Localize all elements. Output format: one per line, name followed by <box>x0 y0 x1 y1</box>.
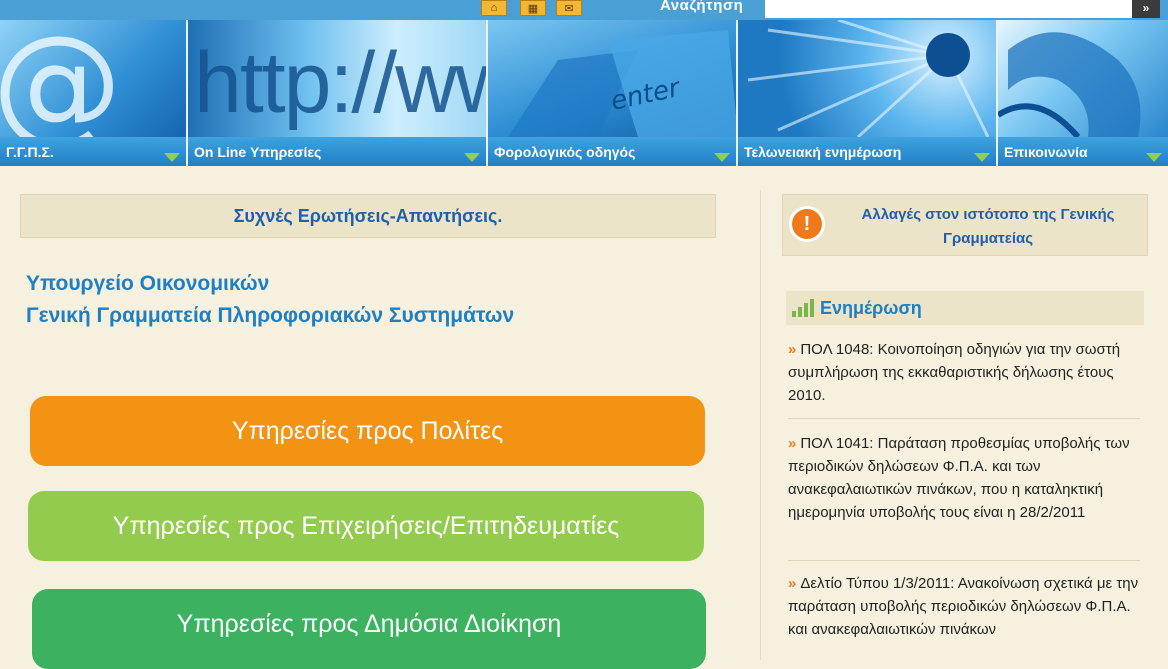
bar-chart-icon <box>792 299 814 317</box>
nav-item-contact[interactable]: Επικοινωνία <box>998 20 1168 166</box>
site-changes-link[interactable]: Αλλαγές στον ιστότοπο της Γενικής Γραμμα… <box>843 203 1133 251</box>
news-text: Δελτίο Τύπου 1/3/2011: Ανακοίνωση σχετικ… <box>788 575 1139 638</box>
mail-icon[interactable]: ✉ <box>556 0 582 16</box>
double-chevron-icon: » <box>788 341 797 358</box>
alert-icon: ! <box>792 209 822 239</box>
nav-item-ggps[interactable]: @ Γ.Γ.Π.Σ. <box>0 20 188 166</box>
secretariat-name: Γενική Γραμματεία Πληροφοριακών Συστημάτ… <box>26 304 515 327</box>
at-sign-image: @ <box>0 20 186 137</box>
news-item[interactable]: » ΠΟΛ 1048: Κοινοποίηση οδηγιών για την σ… <box>788 338 1140 407</box>
banner-http-text: http://www <box>194 35 486 131</box>
flower-icon <box>747 20 990 137</box>
sitemap-icon[interactable]: ▦ <box>520 0 546 16</box>
phone-icon <box>998 32 1141 137</box>
chevron-down-icon <box>974 153 990 162</box>
faq-link[interactable]: Συχνές Ερωτήσεις-Απαντήσεις. <box>20 194 716 238</box>
search-input[interactable] <box>765 0 1132 18</box>
nav-item-tax-guide[interactable]: enter Φορολογικός οδηγός <box>488 20 738 166</box>
nav-item-online-services[interactable]: http://www On Line Υπηρεσίες <box>188 20 488 166</box>
news-title: Ενημέρωση <box>820 297 922 318</box>
nav-label: Τελωνειακή ενημέρωση <box>744 143 902 160</box>
citizens-services-button[interactable]: Υπηρεσίες προς Πολίτες <box>30 396 705 466</box>
public-admin-services-button[interactable]: Υπηρεσίες προς Δημόσια Διοίκηση <box>32 589 706 669</box>
nav-label: Γ.Γ.Π.Σ. <box>6 143 54 160</box>
double-chevron-icon: » <box>788 435 797 452</box>
business-services-button[interactable]: Υπηρεσίες προς Επιχειρήσεις/Επιτηδευματί… <box>28 491 704 561</box>
svg-text:@: @ <box>0 20 122 137</box>
news-separator <box>788 560 1140 561</box>
news-item[interactable]: » ΠΟΛ 1041: Παράταση προθεσμίας υποβολής … <box>788 432 1140 524</box>
news-header: Ενημέρωση <box>786 291 1144 325</box>
site-changes-notice[interactable]: ! Αλλαγές στον ιστότοπο της Γενικής Γραμ… <box>782 194 1148 256</box>
chevron-down-icon <box>164 153 180 162</box>
keyboard-image: enter <box>488 20 736 137</box>
public-admin-services-label: Υπηρεσίες προς Δημόσια Διοίκηση <box>176 609 562 638</box>
top-bar: ⌂ ▦ ✉ Αναζήτηση » <box>0 0 1168 20</box>
news-item[interactable]: » Δελτίο Τύπου 1/3/2011: Ανακοίνωση σχετι… <box>788 572 1140 641</box>
column-divider <box>760 190 761 660</box>
news-separator <box>788 418 1140 419</box>
at-sign-icon: @ <box>0 20 122 137</box>
double-chevron-icon: » <box>788 575 797 592</box>
http-image: http://www <box>188 20 486 137</box>
nav-item-customs[interactable]: Τελωνειακή ενημέρωση <box>738 20 998 166</box>
search-label: Αναζήτηση <box>660 0 744 14</box>
news-text: ΠΟΛ 1041: Παράταση προθεσμίας υποβολής τ… <box>788 435 1130 521</box>
enter-key-icon: enter <box>508 30 736 137</box>
banner-nav: @ Γ.Γ.Π.Σ. http://www On Line Υπηρεσίες … <box>0 20 1168 166</box>
news-text: ΠΟΛ 1048: Κοινοποίηση οδηγιών για την σω… <box>788 341 1121 404</box>
chevron-down-icon <box>1146 153 1162 162</box>
ministry-title: Υπουργείο Οικονομικών Γενική Γραμματεία … <box>26 268 514 332</box>
flower-image <box>738 20 996 137</box>
search-button[interactable]: » <box>1132 0 1160 18</box>
nav-label: Επικοινωνία <box>1004 143 1088 160</box>
nav-label: On Line Υπηρεσίες <box>194 143 322 160</box>
chevron-down-icon <box>714 153 730 162</box>
ministry-name: Υπουργείο Οικονομικών <box>26 272 270 295</box>
chevron-down-icon <box>464 153 480 162</box>
phone-image <box>998 20 1168 137</box>
nav-label: Φορολογικός οδηγός <box>494 143 636 160</box>
home-icon[interactable]: ⌂ <box>481 0 507 16</box>
